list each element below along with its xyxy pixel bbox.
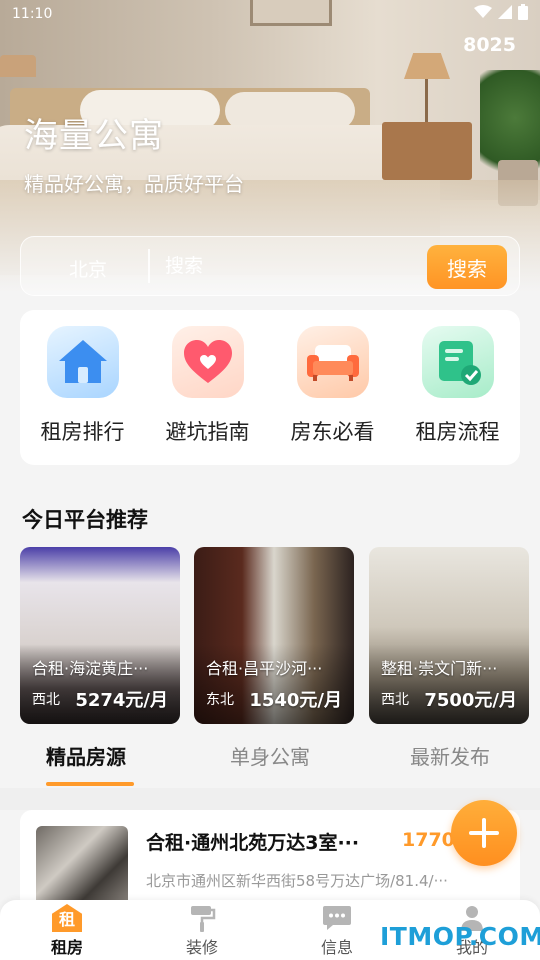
signal-icon [498,5,512,23]
visitor-count: 8025 [463,34,516,56]
add-button[interactable] [451,800,517,866]
hero-subtitle: 精品好公寓，品质好平台 [24,172,244,196]
status-time: 11:10 [12,6,53,22]
house-icon [46,326,119,398]
nav-decoration[interactable]: 装修 [162,904,242,958]
listing-thumbnail [36,826,128,906]
hero-title: 海量公寓 [24,116,164,156]
sofa-icon [296,326,369,398]
category-rent-ranking[interactable]: 租房排行 [23,326,143,465]
recommend-title: 合租·昌平沙河··· [206,659,323,678]
category-label: 租房流程 [415,420,500,444]
recommend-card[interactable]: 整租·崇文门新··· 西北 7500元/月 [369,547,529,724]
tab-indicator [46,782,134,786]
battery-icon [518,4,528,24]
listing-title: 合租·通州北苑万达3室··· [146,832,360,854]
recommend-title: 整租·崇文门新··· [381,659,498,678]
recommend-card[interactable]: 合租·海淀黄庄··· 西北 5274元/月 [20,547,180,724]
category-label: 房东必看 [290,420,375,444]
recommend-direction: 东北 [206,692,234,708]
nav-rent[interactable]: 租 租房 [27,904,107,958]
tab-premium[interactable]: 精品房源 [46,741,126,770]
category-card: 租房排行 避坑指南 房东必看 租房流程 [20,310,520,465]
lamp-stem [425,79,428,124]
search-input[interactable] [165,249,405,283]
category-label: 避坑指南 [165,420,250,444]
search-button[interactable]: 搜索 [427,245,507,289]
search-divider [148,249,150,283]
wifi-icon [474,5,492,23]
recommend-title: 合租·海淀黄庄··· [32,659,149,678]
rent-icon: 租 [52,904,82,932]
recommend-price: 7500元/月 [424,690,517,711]
nav-label: 信息 [320,938,353,957]
recommend-section-title: 今日平台推荐 [22,508,148,532]
listing-price: 1770 [402,829,455,851]
search-bar: 北京 搜索 [20,236,520,296]
plus-icon [469,818,499,848]
chat-bubble-icon [323,906,351,930]
nav-label: 装修 [185,938,218,957]
recommend-direction: 西北 [32,692,60,708]
recommend-direction: 西北 [381,692,409,708]
category-pitfall-guide[interactable]: 避坑指南 [148,326,268,465]
recommend-carousel[interactable]: 合租·海淀黄庄··· 西北 5274元/月 合租·昌平沙河··· 东北 1540… [20,547,540,724]
nav-messages[interactable]: 信息 [297,904,377,958]
left-lamp [0,55,36,77]
section-separator [0,788,540,810]
listing-card[interactable]: 合租·通州北苑万达3室··· 1770 北京市通州区新华西街58号万达广场/81… [20,810,520,910]
recommend-price: 1540元/月 [249,690,342,711]
category-label: 租房排行 [40,420,125,444]
nightstand [382,122,472,180]
recommend-price: 5274元/月 [75,690,168,711]
listing-address: 北京市通州区新华西街58号万达广场/81.4/··· [146,872,448,890]
tab-single-apartment[interactable]: 单身公寓 [230,741,310,770]
tab-latest[interactable]: 最新发布 [410,741,490,770]
watermark: ITMOP.COM [380,922,540,951]
paint-roller-icon [191,906,216,932]
recommend-card[interactable]: 合租·昌平沙河··· 东北 1540元/月 [194,547,354,724]
status-icons [474,4,528,24]
category-landlord-must-read[interactable]: 房东必看 [273,326,393,465]
category-rent-process[interactable]: 租房流程 [398,326,518,465]
heart-icon [171,326,244,398]
listing-tabs: 精品房源 单身公寓 最新发布 [0,735,540,787]
checklist-icon [421,326,494,398]
wall-frame [250,0,332,26]
nav-label: 租房 [50,938,83,957]
city-selector[interactable]: 北京 [69,255,107,282]
